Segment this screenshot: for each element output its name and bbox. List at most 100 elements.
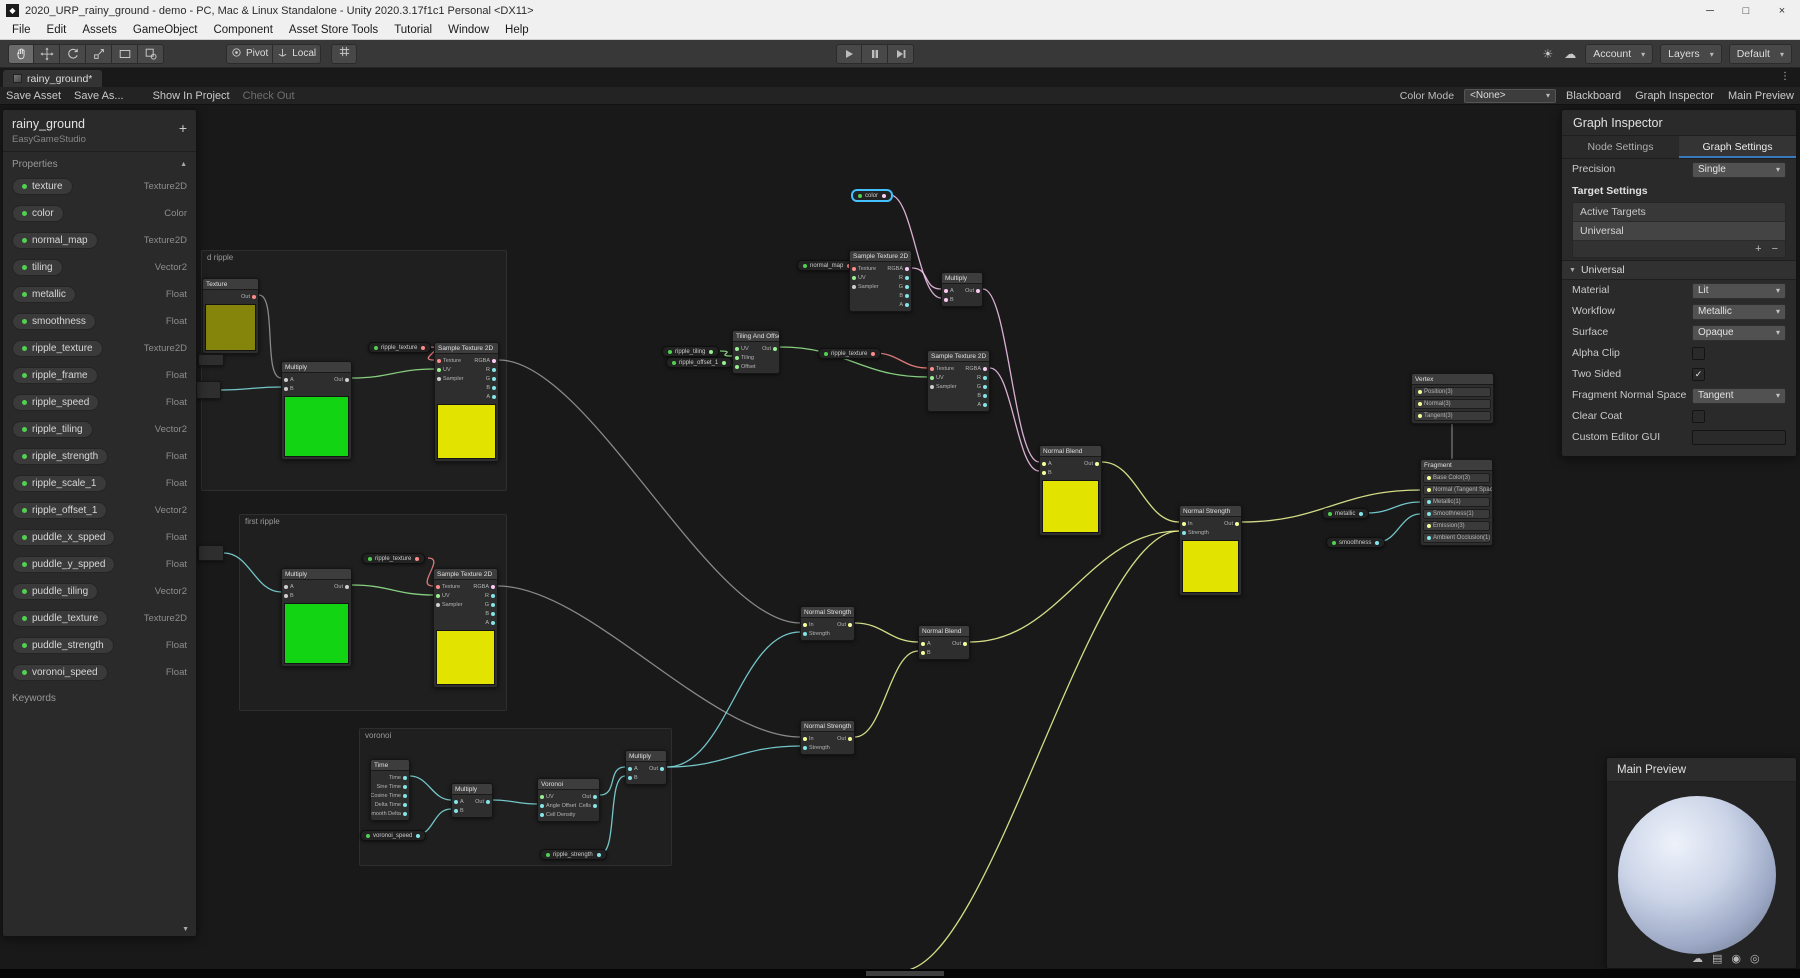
input-port[interactable] [803, 745, 807, 750]
node-mini-a1[interactable] [198, 354, 224, 366]
input-port[interactable] [803, 622, 807, 627]
tab-node-settings[interactable]: Node Settings [1562, 136, 1679, 158]
output-port[interactable] [403, 802, 407, 807]
output-port[interactable] [492, 394, 496, 399]
scroll-down-icon[interactable] [182, 926, 189, 933]
input-port[interactable] [1182, 530, 1186, 535]
property-puddle_tiling[interactable]: puddle_tiling Vector2 [3, 578, 196, 605]
input-port[interactable] [1042, 470, 1046, 475]
move-tool[interactable] [34, 43, 60, 64]
output-port[interactable] [709, 349, 714, 354]
property-node-ripple-tiling[interactable]: ripple_tiling [662, 346, 720, 357]
output-port[interactable] [722, 360, 727, 365]
node-multiply[interactable]: Multiply A B Out [281, 568, 352, 667]
property-puddle_y_spped[interactable]: puddle_y_spped Float [3, 551, 196, 578]
output-port[interactable] [596, 852, 601, 857]
input-port[interactable] [944, 297, 948, 302]
input-port[interactable] [284, 386, 288, 391]
show-in-project-button[interactable]: Show In Project [153, 90, 230, 102]
menu-assets[interactable]: Assets [74, 23, 125, 37]
transform-tool[interactable] [138, 43, 164, 64]
output-port[interactable] [492, 376, 496, 381]
output-port[interactable] [491, 620, 495, 625]
input-port[interactable] [454, 808, 458, 813]
cloud-icon[interactable]: ☁ [1562, 47, 1578, 61]
console-status-icon[interactable]: ◎ [1750, 952, 1760, 965]
output-port[interactable] [983, 402, 987, 407]
node-sample-texture-2d[interactable]: Sample Texture 2D Texture UV Sampler RGBA R G B… [849, 250, 912, 312]
output-port[interactable] [905, 293, 909, 298]
property-smoothness[interactable]: smoothness Float [3, 308, 196, 335]
output-port[interactable] [905, 284, 909, 289]
input-port[interactable] [1427, 488, 1431, 492]
input-port[interactable] [1427, 512, 1431, 516]
input-port[interactable] [540, 803, 544, 808]
input-port[interactable] [1427, 476, 1431, 480]
node-normal-blend[interactable]: Normal Blend A B Out [1039, 445, 1102, 536]
node-tiling-and-offset[interactable]: Tiling And Offset UV Tiling Offset Out [732, 330, 780, 374]
output-port[interactable] [871, 351, 876, 356]
node-normal-blend[interactable]: Normal Blend A B Out [918, 625, 970, 660]
property-node-ripple-texture[interactable]: ripple_texture [368, 342, 432, 353]
node-texture[interactable]: Texture Out [202, 278, 259, 354]
node-normal-strength[interactable]: Normal Strength In Strength Out [800, 720, 855, 755]
fragment-normal-space-dropdown[interactable]: Tangent [1692, 387, 1786, 404]
input-port[interactable] [540, 812, 544, 817]
input-port[interactable] [540, 794, 544, 799]
input-port[interactable] [284, 377, 288, 382]
input-port[interactable] [1042, 461, 1046, 466]
property-metallic[interactable]: metallic Float [3, 281, 196, 308]
output-port[interactable] [660, 766, 664, 771]
node-normal-strength[interactable]: Normal Strength In Strength Out [1179, 505, 1242, 596]
input-port[interactable] [1418, 390, 1422, 394]
property-ripple_strength[interactable]: ripple_strength Float [3, 443, 196, 470]
input-port[interactable] [454, 799, 458, 804]
output-port[interactable] [593, 794, 597, 799]
node-sample-texture-2d[interactable]: Sample Texture 2D Texture UV Sampler RGBA R G B… [433, 568, 498, 688]
menu-tutorial[interactable]: Tutorial [386, 23, 440, 37]
material-dropdown[interactable]: Lit [1692, 282, 1786, 299]
hand-tool[interactable] [8, 43, 34, 64]
target-universal[interactable]: Universal [1573, 222, 1785, 240]
packages-icon[interactable]: ▤ [1712, 952, 1722, 965]
output-port[interactable] [403, 793, 407, 798]
output-port[interactable] [963, 641, 967, 646]
output-port[interactable] [491, 611, 495, 616]
property-texture[interactable]: texture Texture2D [3, 173, 196, 200]
input-port[interactable] [284, 593, 288, 598]
graph-canvas[interactable]: d ripple first ripple voronoi color Texture O… [0, 105, 1800, 969]
input-port[interactable] [628, 775, 632, 780]
output-port[interactable] [491, 584, 495, 589]
scale-tool[interactable] [86, 43, 112, 64]
property-node-ripple-texture[interactable]: ripple_texture [818, 348, 882, 359]
maximize-button[interactable]: □ [1728, 0, 1764, 21]
input-port[interactable] [735, 355, 739, 360]
tab-options-icon[interactable] [1780, 71, 1790, 82]
node-multiply[interactable]: Multiply A B Out [625, 750, 667, 785]
output-port[interactable] [492, 367, 496, 372]
output-port[interactable] [403, 784, 407, 789]
output-port[interactable] [1095, 461, 1099, 466]
property-node-ripple-texture[interactable]: ripple_texture [362, 553, 426, 564]
node-normal-strength[interactable]: Normal Strength In Strength Out [800, 606, 855, 641]
output-port[interactable] [492, 358, 496, 363]
property-ripple_texture[interactable]: ripple_texture Texture2D [3, 335, 196, 362]
node-multiply[interactable]: Multiply A B Out [941, 272, 983, 307]
input-port[interactable] [1418, 414, 1422, 418]
menu-window[interactable]: Window [440, 23, 497, 37]
node-sample-texture-2d[interactable]: Sample Texture 2D Texture UV Sampler RGBA R G B… [434, 342, 499, 462]
graph-inspector-toggle-button[interactable]: Graph Inspector [1635, 90, 1714, 102]
output-port[interactable] [491, 593, 495, 598]
input-port[interactable] [852, 284, 856, 289]
input-port[interactable] [852, 275, 856, 280]
workflow-dropdown[interactable]: Metallic [1692, 303, 1786, 320]
node-multiply[interactable]: Multiply A B Out [281, 361, 352, 460]
menu-component[interactable]: Component [205, 23, 280, 37]
property-puddle_x_spped[interactable]: puddle_x_spped Float [3, 524, 196, 551]
menu-file[interactable]: File [4, 23, 39, 37]
property-node-ripple-offset-1[interactable]: ripple_offset_1 [666, 357, 733, 368]
taskbar-item[interactable] [866, 971, 944, 976]
universal-foldout[interactable]: Universal [1562, 260, 1796, 280]
input-port[interactable] [944, 288, 948, 293]
output-port[interactable] [486, 799, 490, 804]
